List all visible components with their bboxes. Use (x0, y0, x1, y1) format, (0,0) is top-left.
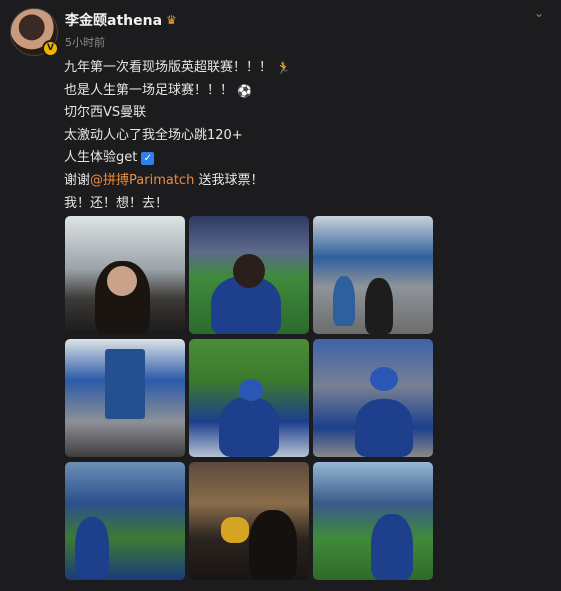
content-text-6-suffix: 送我球票！ (194, 172, 264, 188)
photo-thumbnail[interactable] (313, 462, 433, 580)
photo-thumbnail[interactable] (65, 216, 185, 334)
post-header: V 李金颐athena ♛ 5小时前 ⌄ (8, 6, 553, 57)
content-line-4: 太激动人心了我全场心跳120+ (64, 125, 551, 148)
content-line-5: 人生体验get ✓ (64, 147, 551, 170)
photo-thumbnail[interactable] (313, 339, 433, 457)
content-text-1: 九年第一次看现场版英超联赛！！！ (64, 60, 273, 75)
author-name-line: 李金颐athena ♛ (65, 10, 180, 30)
mention-link[interactable]: @拼搏Parimatch (90, 173, 194, 188)
content-line-2: 也是人生第一场足球赛！！！ ⚽ (64, 80, 551, 103)
photo-thumbnail[interactable] (189, 462, 309, 580)
post-time: 5小时前 (65, 36, 105, 49)
photo-thumbnail[interactable] (65, 339, 185, 457)
content-text-5: 人生体验get (64, 150, 138, 166)
content-text-6-prefix: 谢谢 (64, 172, 91, 188)
photo-grid (65, 216, 433, 580)
content-text-7: 我！还！想！去！ (64, 195, 169, 211)
soccer-ball-icon: ⚽ (237, 83, 252, 98)
chevron-down-icon[interactable]: ⌄ (531, 6, 547, 20)
crown-icon: ♛ (166, 13, 177, 27)
check-mark-icon: ✓ (141, 152, 155, 166)
content-line-1: 九年第一次看现场版英超联赛！！！ 🏃 (64, 57, 551, 80)
photo-thumbnail[interactable] (189, 339, 309, 457)
content-line-6: 谢谢@拼搏Parimatch 送我球票！ (64, 170, 551, 193)
photo-thumbnail[interactable] (65, 462, 185, 580)
content-text-4: 太激动人心了我全场心跳120+ (64, 127, 243, 143)
content-text-3: 切尔西VS曼联 (64, 105, 147, 121)
content-line-3: 切尔西VS曼联 (64, 102, 551, 125)
verified-badge-icon: V (42, 40, 59, 57)
author-name[interactable]: 李金颐athena (65, 10, 162, 30)
running-person-icon: 🏃 (276, 61, 291, 75)
content-line-7: 我！还！想！去！ (64, 193, 551, 216)
photo-thumbnail[interactable] (313, 216, 433, 334)
photo-thumbnail[interactable] (189, 216, 309, 334)
content-text-2: 也是人生第一场足球赛！！！ (64, 82, 234, 98)
post-content: 九年第一次看现场版英超联赛！！！ 🏃 也是人生第一场足球赛！！！ ⚽ 切尔西VS… (64, 57, 551, 215)
